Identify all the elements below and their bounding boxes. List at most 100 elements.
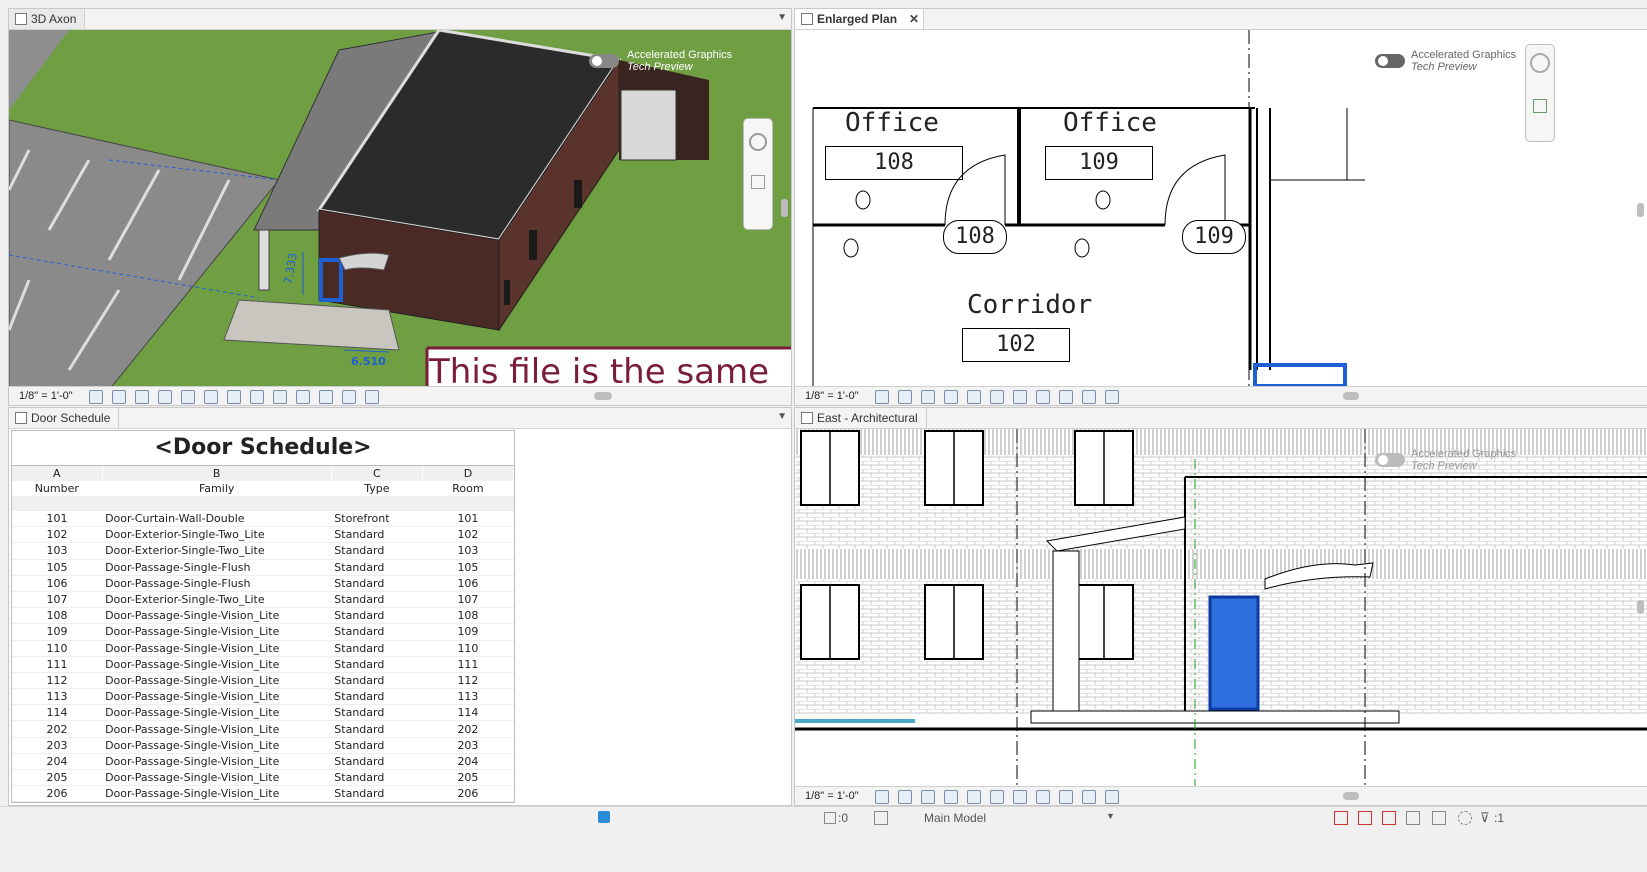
- crop-view-icon[interactable]: [967, 390, 981, 404]
- door-number-cell[interactable]: 114: [12, 704, 103, 722]
- schedule-row[interactable]: 202 Door-Passage-Single-Vision_Lite Standa…: [12, 720, 514, 738]
- room-cell[interactable]: 107: [422, 591, 514, 609]
- schedule-row[interactable]: 109 Door-Passage-Single-Vision_Lite Standa…: [12, 623, 514, 641]
- column-letter[interactable]: B: [102, 466, 332, 481]
- tab-menu-icon[interactable]: ▼: [777, 12, 787, 23]
- select-by-face-icon[interactable]: [1406, 811, 1420, 825]
- tab-3d-axon[interactable]: 3D Axon: [9, 9, 86, 29]
- select-pinned-icon[interactable]: [1382, 811, 1396, 825]
- sun-path-icon[interactable]: [921, 790, 935, 804]
- room-tag-office-109[interactable]: Office: [1063, 108, 1157, 138]
- door-number-cell[interactable]: 204: [12, 753, 103, 771]
- temporary-hide-icon[interactable]: [273, 390, 287, 404]
- dimension-width[interactable]: 6.510: [351, 355, 386, 368]
- column-letter[interactable]: D: [422, 466, 515, 481]
- door-number-cell[interactable]: 110: [12, 640, 103, 657]
- family-cell[interactable]: Door-Passage-Single-Vision_Lite: [102, 656, 332, 673]
- elevation-viewport[interactable]: Accelerated Graphics Tech Preview: [795, 429, 1647, 786]
- schedule-row[interactable]: 204 Door-Passage-Single-Vision_Lite Standa…: [12, 753, 514, 771]
- shadows-icon[interactable]: [944, 390, 958, 404]
- room-cell[interactable]: 102: [422, 526, 514, 544]
- column-header[interactable]: Number: [12, 481, 103, 496]
- schedule-table[interactable]: <Door Schedule> A B C D Number Family Ty…: [11, 430, 515, 804]
- temporary-hide-icon[interactable]: [1013, 390, 1027, 404]
- show-crop-icon[interactable]: [990, 790, 1004, 804]
- schedule-row[interactable]: 107 Door-Exterior-Single-Two_Lite Standard…: [12, 591, 514, 609]
- tab-east-architectural[interactable]: East - Architectural: [795, 408, 927, 428]
- family-cell[interactable]: Door-Passage-Single-Vision_Lite: [102, 688, 332, 706]
- room-number-108[interactable]: 108: [825, 146, 963, 180]
- vertical-scrollbar[interactable]: [1637, 600, 1644, 614]
- schedule-row[interactable]: 206 Door-Passage-Single-Vision_Lite Standa…: [12, 785, 514, 803]
- view-door-schedule[interactable]: Door Schedule ▼ <Door Schedule> A B C D …: [8, 407, 792, 806]
- room-cell[interactable]: 112: [422, 672, 514, 690]
- door-number-cell[interactable]: 205: [12, 769, 103, 787]
- type-cell[interactable]: Standard: [331, 688, 423, 706]
- room-cell[interactable]: 114: [422, 704, 514, 722]
- room-cell[interactable]: 106: [422, 575, 514, 592]
- constraints-icon[interactable]: [1105, 790, 1119, 804]
- view-scale[interactable]: 1/8" = 1'-0": [19, 387, 73, 405]
- highlight-displacement-icon[interactable]: [342, 390, 356, 404]
- family-cell[interactable]: Door-Passage-Single-Flush: [102, 559, 332, 576]
- detail-level-icon[interactable]: [875, 390, 889, 404]
- door-number-cell[interactable]: 202: [12, 720, 103, 738]
- reveal-hidden-icon[interactable]: [1036, 390, 1050, 404]
- filter-icon[interactable]: ⊽: [1480, 810, 1490, 826]
- sun-path-icon[interactable]: [135, 390, 149, 404]
- detail-level-icon[interactable]: [875, 790, 889, 804]
- family-cell[interactable]: Door-Passage-Single-Vision_Lite: [102, 753, 332, 771]
- tab-enlarged-plan[interactable]: Enlarged Plan ✕: [795, 9, 925, 29]
- family-cell[interactable]: Door-Exterior-Single-Two_Lite: [102, 591, 332, 609]
- horizontal-scrollbar[interactable]: [1343, 792, 1359, 800]
- room-cell[interactable]: 204: [422, 753, 514, 771]
- select-underlay-icon[interactable]: [1358, 811, 1372, 825]
- door-number-cell[interactable]: 107: [12, 591, 103, 609]
- temporary-hide-icon[interactable]: [1013, 790, 1027, 804]
- type-cell[interactable]: Standard: [331, 720, 423, 738]
- schedule-row[interactable]: 102 Door-Exterior-Single-Two_Lite Standard…: [12, 526, 514, 544]
- room-cell[interactable]: 105: [422, 559, 514, 576]
- type-cell[interactable]: Standard: [331, 559, 423, 576]
- door-number-cell[interactable]: 203: [12, 737, 103, 754]
- family-cell[interactable]: Door-Passage-Single-Vision_Lite: [102, 720, 332, 738]
- view-scale[interactable]: 1/8" = 1'-0": [805, 787, 859, 805]
- door-number-cell[interactable]: 112: [12, 672, 103, 690]
- door-number-cell[interactable]: 109: [12, 623, 103, 641]
- door-number-cell[interactable]: 111: [12, 656, 103, 673]
- design-options-icon[interactable]: [874, 811, 888, 825]
- schedule-row[interactable]: 103 Door-Exterior-Single-Two_Lite Standard…: [12, 542, 514, 560]
- vertical-scrollbar[interactable]: [1637, 203, 1644, 217]
- room-cell[interactable]: 110: [422, 640, 514, 657]
- steering-wheel-icon[interactable]: [749, 133, 767, 151]
- highlight-displacement-icon[interactable]: [1082, 390, 1096, 404]
- tab-door-schedule[interactable]: Door Schedule: [9, 408, 120, 428]
- family-cell[interactable]: Door-Passage-Single-Vision_Lite: [102, 623, 332, 641]
- schedule-row[interactable]: 112 Door-Passage-Single-Vision_Lite Standa…: [12, 672, 514, 690]
- family-cell[interactable]: Door-Passage-Single-Vision_Lite: [102, 785, 332, 803]
- room-cell[interactable]: 103: [422, 542, 514, 560]
- select-links-icon[interactable]: [1334, 811, 1348, 825]
- navigation-bar[interactable]: [743, 118, 773, 230]
- schedule-row[interactable]: 203 Door-Passage-Single-Vision_Lite Standa…: [12, 737, 514, 754]
- type-cell[interactable]: Standard: [331, 526, 423, 544]
- background-process-icon[interactable]: [1458, 811, 1472, 825]
- highlight-displacement-icon[interactable]: [1082, 790, 1096, 804]
- door-number-cell[interactable]: 102: [12, 526, 103, 544]
- family-cell[interactable]: Door-Curtain-Wall-Double: [102, 510, 332, 528]
- view-cube-2d-icon[interactable]: [1530, 53, 1550, 73]
- room-tag-office-108[interactable]: Office: [845, 108, 939, 138]
- type-cell[interactable]: Standard: [331, 672, 423, 690]
- column-header[interactable]: Family: [102, 481, 332, 496]
- visual-style-icon[interactable]: [898, 790, 912, 804]
- door-tag-109[interactable]: 109: [1182, 220, 1246, 254]
- type-cell[interactable]: Standard: [331, 575, 423, 592]
- horizontal-scrollbar[interactable]: [594, 392, 612, 400]
- type-cell[interactable]: Standard: [331, 737, 423, 754]
- vertical-scrollbar[interactable]: [781, 199, 788, 217]
- schedule-row[interactable]: 111 Door-Passage-Single-Vision_Lite Standa…: [12, 656, 514, 673]
- family-cell[interactable]: Door-Passage-Single-Vision_Lite: [102, 672, 332, 690]
- chevron-down-icon[interactable]: ▼: [1106, 811, 1115, 821]
- type-cell[interactable]: Standard: [331, 769, 423, 787]
- model-integrity-icon[interactable]: [598, 811, 610, 823]
